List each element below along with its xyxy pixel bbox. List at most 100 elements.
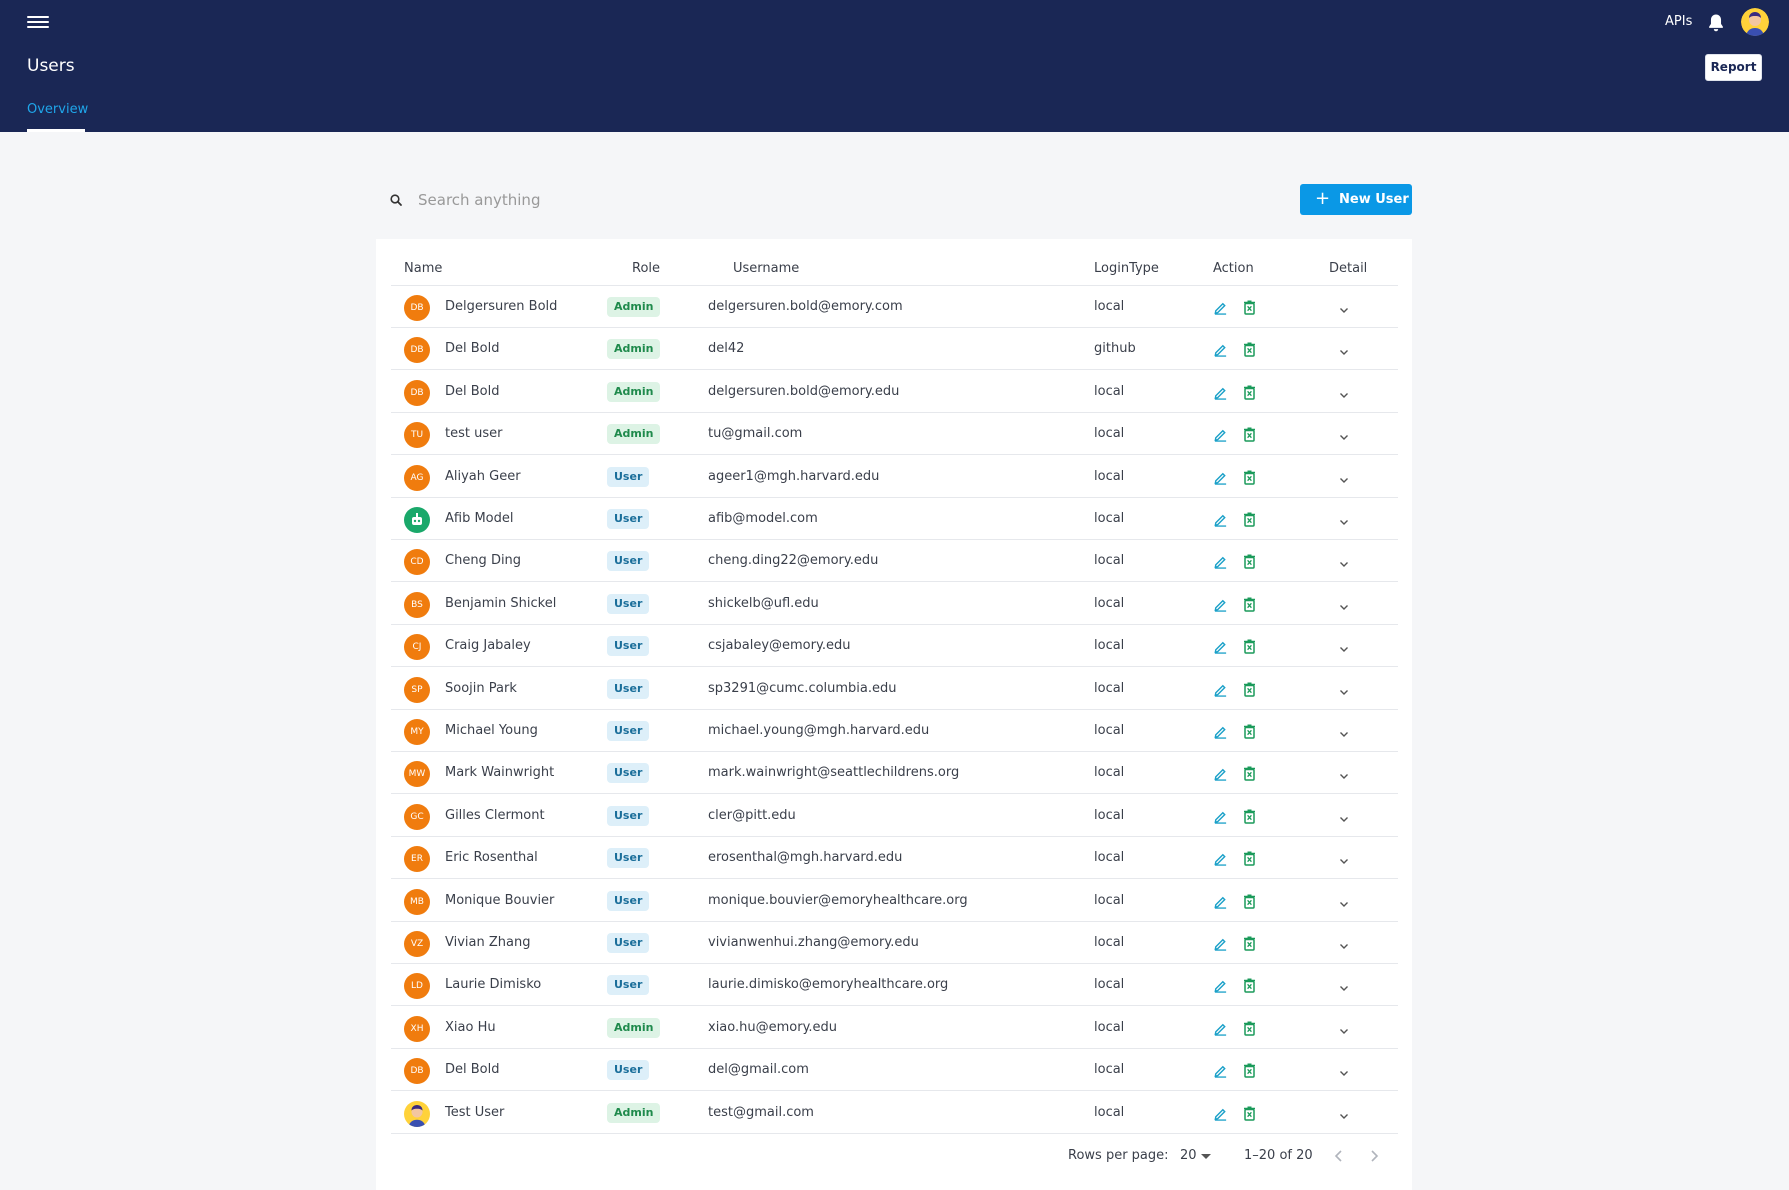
- table-row[interactable]: DB Del Bold User del@gmail.com local: [391, 1049, 1398, 1092]
- chevron-down-icon[interactable]: [1338, 852, 1350, 865]
- edit-icon[interactable]: [1213, 978, 1228, 994]
- delete-icon[interactable]: [1243, 894, 1256, 909]
- table-row[interactable]: ER Eric Rosenthal User erosenthal@mgh.harva…: [391, 837, 1398, 880]
- delete-icon[interactable]: [1243, 1021, 1256, 1036]
- edit-icon[interactable]: [1213, 427, 1228, 442]
- edit-icon[interactable]: [1213, 385, 1228, 400]
- chevron-down-icon[interactable]: [1338, 386, 1350, 398]
- delete-icon[interactable]: [1243, 427, 1256, 442]
- user-avatar[interactable]: [1741, 8, 1769, 36]
- table-row[interactable]: LD Laurie Dimisko User laurie.dimisko@emory…: [391, 964, 1398, 1007]
- delete-icon[interactable]: [1243, 682, 1256, 697]
- delete-icon[interactable]: [1243, 554, 1256, 570]
- edit-icon[interactable]: [1213, 554, 1228, 570]
- apis-link[interactable]: APIs: [1665, 14, 1692, 29]
- edit-icon[interactable]: [1213, 512, 1228, 527]
- report-button[interactable]: Report: [1705, 54, 1762, 81]
- edit-icon[interactable]: [1213, 894, 1228, 909]
- username: vivianwenhui.zhang@emory.edu: [708, 935, 919, 950]
- edit-icon[interactable]: [1213, 682, 1228, 697]
- edit-icon[interactable]: [1213, 1063, 1228, 1078]
- chevron-down-icon[interactable]: [1338, 937, 1350, 949]
- delete-icon[interactable]: [1243, 724, 1256, 739]
- delete-icon[interactable]: [1243, 639, 1256, 654]
- table-row[interactable]: SP Soojin Park User sp3291@cumc.columbia.ed…: [391, 668, 1398, 710]
- table-row[interactable]: DB Del Bold Admin delgersuren.bold@emory.ed…: [391, 371, 1398, 413]
- hamburger-menu-icon[interactable]: [27, 13, 49, 31]
- delete-icon[interactable]: [1243, 766, 1256, 782]
- edit-icon[interactable]: [1213, 342, 1228, 358]
- table-row[interactable]: TU test user Admin tu@gmail.com local: [391, 413, 1398, 456]
- new-user-button[interactable]: + New User: [1300, 184, 1412, 215]
- table-row[interactable]: CD Cheng Ding User cheng.ding22@emory.edu lo…: [391, 540, 1398, 583]
- chevron-down-icon[interactable]: [1338, 895, 1350, 907]
- column-header-name[interactable]: Name: [404, 261, 442, 276]
- chevron-down-icon[interactable]: [1338, 640, 1350, 653]
- chevron-down-icon[interactable]: [1338, 513, 1350, 525]
- column-header-role[interactable]: Role: [632, 261, 660, 276]
- edit-icon[interactable]: [1213, 300, 1228, 315]
- delete-icon[interactable]: [1243, 1063, 1256, 1078]
- table-row[interactable]: VZ Vivian Zhang User vivianwenhui.zhang@emo…: [391, 922, 1398, 964]
- chevron-left-icon[interactable]: [1333, 1149, 1345, 1163]
- chevron-down-icon[interactable]: [1338, 471, 1350, 483]
- table-row[interactable]: DB Del Bold Admin del42 github: [391, 328, 1398, 371]
- table-row[interactable]: Test User Admin test@gmail.com local: [391, 1092, 1398, 1134]
- table-row[interactable]: MW Mark Wainwright User mark.wainwright@sea…: [391, 752, 1398, 795]
- chevron-down-icon[interactable]: [1338, 428, 1350, 441]
- table-row[interactable]: GC Gilles Clermont User cler@pitt.edu local: [391, 795, 1398, 837]
- delete-icon[interactable]: [1243, 809, 1256, 824]
- edit-icon[interactable]: [1213, 851, 1228, 866]
- delete-icon[interactable]: [1243, 978, 1256, 994]
- username: cheng.ding22@emory.edu: [708, 553, 879, 569]
- table-row[interactable]: Afib Model User afib@model.com local: [391, 498, 1398, 540]
- chevron-down-icon[interactable]: [1338, 343, 1350, 356]
- table-row[interactable]: MY Michael Young User michael.young@mgh.har…: [391, 710, 1398, 752]
- edit-icon[interactable]: [1213, 639, 1228, 654]
- chevron-right-icon[interactable]: [1368, 1149, 1380, 1163]
- delete-icon[interactable]: [1243, 300, 1256, 315]
- chevron-down-icon[interactable]: [1338, 725, 1350, 737]
- edit-icon[interactable]: [1213, 724, 1228, 739]
- chevron-down-icon[interactable]: [1338, 683, 1350, 695]
- delete-icon[interactable]: [1243, 512, 1256, 527]
- edit-icon[interactable]: [1213, 766, 1228, 782]
- rows-per-page-select[interactable]: 20: [1180, 1148, 1197, 1163]
- edit-icon[interactable]: [1213, 1021, 1228, 1036]
- delete-icon[interactable]: [1243, 342, 1256, 358]
- chevron-down-icon[interactable]: [1338, 1107, 1350, 1119]
- chevron-down-icon[interactable]: [1338, 979, 1350, 992]
- table-row[interactable]: MB Monique Bouvier User monique.bouvier@emo…: [391, 880, 1398, 922]
- chevron-down-icon[interactable]: [1338, 1064, 1350, 1077]
- table-row[interactable]: BS Benjamin Shickel User shickelb@ufl.edu lo…: [391, 583, 1398, 625]
- chevron-down-icon[interactable]: [1338, 301, 1350, 313]
- delete-icon[interactable]: [1243, 1106, 1256, 1121]
- caret-down-icon[interactable]: [1201, 1154, 1211, 1159]
- table-row[interactable]: CJ Craig Jabaley User csjabaley@emory.edu lo…: [391, 625, 1398, 668]
- edit-icon[interactable]: [1213, 936, 1228, 951]
- avatar: MB: [404, 888, 430, 915]
- delete-icon[interactable]: [1243, 936, 1256, 951]
- column-header-username[interactable]: Username: [733, 261, 799, 276]
- table-row[interactable]: XH Xiao Hu Admin xiao.hu@emory.edu local: [391, 1007, 1398, 1049]
- delete-icon[interactable]: [1243, 851, 1256, 866]
- edit-icon[interactable]: [1213, 1106, 1228, 1121]
- delete-icon[interactable]: [1243, 597, 1256, 612]
- tab-overview[interactable]: Overview: [27, 102, 88, 117]
- column-header-logintype[interactable]: LoginType: [1094, 261, 1159, 276]
- chevron-down-icon[interactable]: [1338, 1022, 1350, 1034]
- chevron-down-icon[interactable]: [1338, 555, 1350, 568]
- table-row[interactable]: DB Delgersuren Bold Admin delgersuren.bold@…: [391, 286, 1398, 328]
- delete-icon[interactable]: [1243, 470, 1256, 485]
- edit-icon[interactable]: [1213, 597, 1228, 612]
- chevron-down-icon[interactable]: [1338, 810, 1350, 822]
- search-input[interactable]: [418, 184, 1288, 216]
- chevron-down-icon[interactable]: [1338, 767, 1350, 780]
- notification-bell-icon[interactable]: [1707, 13, 1725, 33]
- table-row[interactable]: AG Aliyah Geer User ageer1@mgh.harvard.edu l…: [391, 456, 1398, 498]
- edit-icon[interactable]: [1213, 809, 1228, 824]
- username: monique.bouvier@emoryhealthcare.org: [708, 892, 968, 908]
- edit-icon[interactable]: [1213, 470, 1228, 485]
- chevron-down-icon[interactable]: [1338, 598, 1350, 610]
- delete-icon[interactable]: [1243, 385, 1256, 400]
